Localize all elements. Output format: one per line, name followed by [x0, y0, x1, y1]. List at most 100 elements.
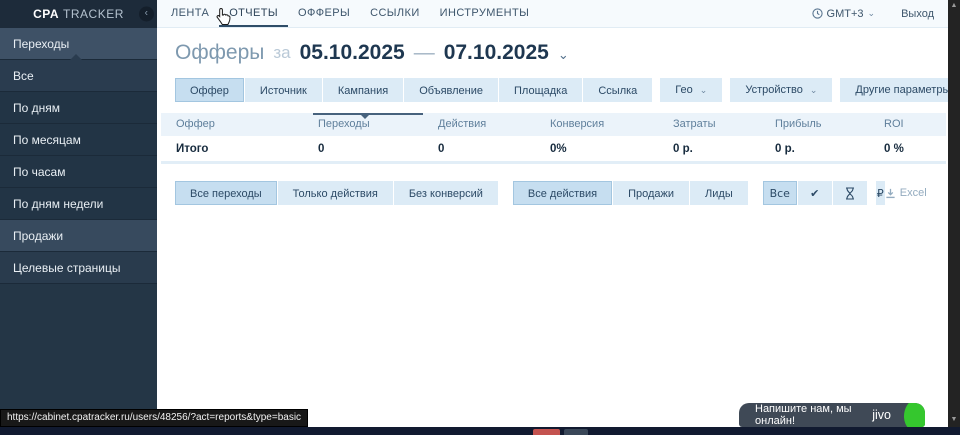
sort-caret-icon — [361, 115, 369, 119]
col-header-pribyl[interactable]: Прибыль — [760, 113, 869, 136]
sidebar-item-vse[interactable]: Все — [0, 60, 157, 92]
report-heading: Офферы за 05.10.2025 — 07.10.2025 ⌄ — [175, 41, 948, 65]
totals-roi: 0 % — [869, 143, 946, 155]
check-icon: ✔ — [810, 187, 819, 200]
filter-vse-deystviya[interactable]: Все действия — [513, 181, 612, 205]
other-params-dropdown[interactable]: Другие параметры ⌄ — [840, 78, 960, 102]
col-header-konversiya[interactable]: Конверсия — [535, 113, 658, 136]
geo-dropdown-label: Гео — [675, 78, 692, 102]
hourglass-icon — [845, 187, 855, 200]
page-title: Офферы — [175, 41, 264, 65]
filter-paid-button[interactable]: ₽ — [876, 181, 885, 205]
totals-perehody: 0 — [303, 143, 423, 155]
tab-obyavlenie[interactable]: Объявление — [404, 78, 498, 102]
chevron-down-icon: ⌄ — [700, 86, 708, 95]
sidebar-item-po-dnyam[interactable]: По дням — [0, 92, 157, 124]
col-header-perehody[interactable]: Переходы — [303, 113, 423, 136]
collapse-icon: ‹ — [145, 8, 149, 19]
filter-lidy[interactable]: Лиды — [690, 181, 748, 205]
sidebar-collapse-button[interactable]: ‹ — [139, 7, 154, 22]
download-icon — [885, 188, 896, 199]
nav-instrumenty[interactable]: ИНСТРУМЕНТЫ — [430, 0, 540, 27]
filter-vse-perehody[interactable]: Все переходы — [175, 181, 277, 205]
nav-otchety[interactable]: ОТЧЕТЫ — [219, 0, 288, 27]
logout-link[interactable]: Выход — [901, 8, 934, 20]
top-right: GMT+3 ⌄ Выход — [812, 0, 960, 27]
col-header-roi[interactable]: ROI — [869, 113, 946, 136]
clock-icon — [812, 8, 823, 19]
filter-tolko-deystviya[interactable]: Только действия — [278, 181, 393, 205]
scroll-down-icon[interactable]: ▼ — [948, 416, 960, 423]
top-nav: ЛЕНТА ОТЧЕТЫ ОФФЕРЫ ССЫЛКИ ИНСТРУМЕНТЫ G… — [157, 0, 960, 28]
timezone-selector[interactable]: GMT+3 ⌄ — [812, 8, 876, 20]
chevron-down-icon: ⌄ — [868, 9, 876, 18]
dimension-filter-row: Оффер Источник Кампания Объявление Площа… — [175, 78, 948, 102]
scroll-up-icon[interactable]: ▲ — [948, 2, 960, 9]
totals-deystviya: 0 — [423, 143, 535, 155]
excel-label: Excel — [900, 187, 927, 199]
sidebar-item-po-chasam[interactable]: По часам — [0, 156, 157, 188]
tab-kampaniya[interactable]: Кампания — [323, 78, 403, 102]
tab-ssylka[interactable]: Ссылка — [583, 78, 652, 102]
filter-prodazhi[interactable]: Продажи — [613, 181, 689, 205]
status-filter-group: Все ✔ — [763, 181, 867, 205]
date-from[interactable]: 05.10.2025 — [300, 41, 405, 65]
nav-offery[interactable]: ОФФЕРЫ — [288, 0, 360, 27]
chat-message: Напишите нам, мы онлайн! — [755, 403, 872, 427]
logo-bold: CPA — [33, 7, 59, 21]
logo: CPA TRACKER ‹ — [0, 0, 157, 28]
filter-pending-button[interactable] — [833, 181, 867, 205]
date-separator: — — [414, 41, 435, 65]
device-dropdown-label: Устройство — [745, 78, 803, 102]
logo-rest: TRACKER — [63, 7, 124, 21]
ruble-icon: ₽ — [877, 187, 884, 200]
taskbar-strip — [0, 427, 960, 435]
totals-pribyl: 0 р. — [760, 143, 869, 155]
chat-brand: jivo — [872, 408, 891, 422]
totals-label: Итого — [161, 143, 303, 155]
action-filter-group: Все действия Продажи Лиды — [513, 181, 748, 205]
timezone-label: GMT+3 — [827, 8, 864, 20]
vertical-scrollbar[interactable]: ▲ ▼ — [948, 0, 960, 435]
table-header-row: Оффер Переходы Действия Конверсия Затрат… — [161, 113, 946, 136]
dimension-tabs: Оффер Источник Кампания Объявление Площа… — [175, 78, 652, 102]
col-header-offer[interactable]: Оффер — [161, 113, 303, 136]
top-bar: CPA TRACKER ‹ ЛЕНТА ОТЧЕТЫ ОФФЕРЫ ССЫЛКИ… — [0, 0, 960, 28]
col-header-deystviya[interactable]: Действия — [423, 113, 535, 136]
nav-lenta[interactable]: ЛЕНТА — [161, 0, 219, 27]
device-dropdown[interactable]: Устройство ⌄ — [730, 78, 832, 102]
filter-vse-statusy[interactable]: Все — [763, 181, 797, 205]
tab-istochnik[interactable]: Источник — [245, 78, 322, 102]
sidebar: Переходы Все По дням По месяцам По часам… — [0, 28, 157, 435]
sidebar-item-celevye-stranicy[interactable]: Целевые страницы — [0, 252, 157, 284]
table-row-totals: Итого 0 0 0% 0 р. 0 р. 0 % — [161, 136, 946, 164]
col-header-perehody-label: Переходы — [318, 118, 370, 130]
date-preposition: за — [273, 43, 290, 63]
status-bar-url: https://cabinet.cpatracker.ru/users/4825… — [0, 409, 308, 427]
report-table: Оффер Переходы Действия Конверсия Затрат… — [161, 113, 946, 164]
tab-offer[interactable]: Оффер — [175, 78, 244, 102]
sidebar-item-po-mesyacam[interactable]: По месяцам — [0, 124, 157, 156]
chevron-down-icon: ⌄ — [810, 86, 818, 95]
bottom-filter-row: Все переходы Только действия Без конверс… — [175, 181, 948, 205]
taskbar-app-gray — [564, 429, 588, 435]
nav-ssylki[interactable]: ССЫЛКИ — [360, 0, 430, 27]
excel-export-link[interactable]: Excel — [885, 187, 927, 199]
sidebar-item-po-dnyam-nedeli[interactable]: По дням недели — [0, 188, 157, 220]
totals-zatraty: 0 р. — [658, 143, 760, 155]
taskbar-app-red — [533, 429, 560, 435]
date-to[interactable]: 07.10.2025 — [444, 41, 549, 65]
other-params-dropdown-label: Другие параметры — [855, 78, 950, 102]
geo-dropdown[interactable]: Гео ⌄ — [660, 78, 722, 102]
filter-confirmed-button[interactable]: ✔ — [798, 181, 832, 205]
main-content: Офферы за 05.10.2025 — 07.10.2025 ⌄ Оффе… — [157, 28, 948, 427]
jivo-leaf-icon — [900, 403, 925, 427]
col-header-zatraty[interactable]: Затраты — [658, 113, 760, 136]
filter-bez-konversiy[interactable]: Без конверсий — [394, 181, 498, 205]
date-range-chevron-icon[interactable]: ⌄ — [558, 47, 569, 63]
sidebar-item-prodazhi[interactable]: Продажи — [0, 220, 157, 252]
totals-konversiya: 0% — [535, 143, 658, 155]
chat-widget[interactable]: Напишите нам, мы онлайн! jivo — [739, 403, 925, 427]
transition-filter-group: Все переходы Только действия Без конверс… — [175, 181, 498, 205]
tab-ploschadka[interactable]: Площадка — [499, 78, 582, 102]
